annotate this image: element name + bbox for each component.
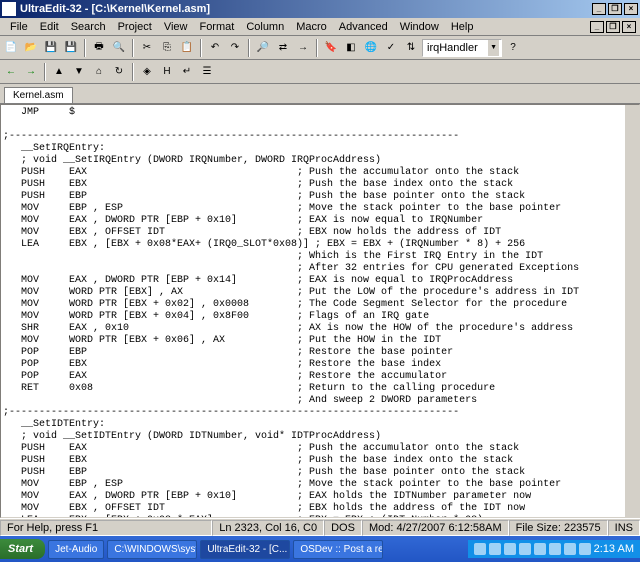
goto-icon[interactable]: → [294, 39, 312, 57]
menu-edit[interactable]: Edit [34, 19, 65, 35]
code-editor[interactable]: JMP $ ;---------------------------------… [0, 104, 640, 518]
vertical-scrollbar[interactable] [625, 105, 639, 517]
function-dropdown[interactable]: irqHandler [422, 39, 502, 57]
main-toolbar: 📄 📂 💾 💾 🖶 🔍 ✂ ⎘ 📋 ↶ ↷ 🔎 ⇄ → 🔖 ◧ 🌐 ✓ ⇅ ir… [0, 36, 640, 60]
taskbar-item[interactable]: C:\WINDOWS\system3... [107, 540, 197, 559]
status-bar: For Help, press F1 Ln 2323, Col 16, C0 D… [0, 518, 640, 536]
window-buttons: _ ❐ × [592, 3, 638, 15]
copy-icon[interactable]: ⎘ [158, 39, 176, 57]
status-position: Ln 2323, Col 16, C0 [212, 520, 324, 536]
mdi-restore-button[interactable]: ❐ [606, 21, 620, 33]
print-icon[interactable]: 🖶 [90, 39, 108, 57]
home-icon[interactable]: ⌂ [90, 63, 108, 81]
separator [44, 63, 46, 81]
separator [200, 39, 202, 57]
mdi-minimize-button[interactable]: _ [590, 21, 604, 33]
taskbar-item-active[interactable]: UltraEdit-32 - [C... [200, 540, 290, 559]
saveall-icon[interactable]: 💾 [62, 39, 80, 57]
forward-icon[interactable]: → [22, 63, 40, 81]
separator [132, 63, 134, 81]
spell-icon[interactable]: ✓ [382, 39, 400, 57]
find-icon[interactable]: 🔎 [254, 39, 272, 57]
menu-search[interactable]: Search [65, 19, 112, 35]
bookmark-icon[interactable]: 🔖 [322, 39, 340, 57]
tab-kernel[interactable]: Kernel.asm [4, 87, 73, 103]
undo-icon[interactable]: ↶ [206, 39, 224, 57]
code-content[interactable]: JMP $ ;---------------------------------… [1, 105, 639, 518]
tray-icon[interactable] [504, 543, 516, 555]
web-icon[interactable]: 🌐 [362, 39, 380, 57]
separator [84, 39, 86, 57]
menu-column[interactable]: Column [240, 19, 290, 35]
separator [316, 39, 318, 57]
menu-file[interactable]: File [4, 19, 34, 35]
taskbar-item[interactable]: Jet-Audio [48, 540, 104, 559]
status-help: For Help, press F1 [0, 520, 212, 536]
menu-help[interactable]: Help [445, 19, 480, 35]
up-icon[interactable]: ▲ [50, 63, 68, 81]
tray-icon[interactable] [549, 543, 561, 555]
cut-icon[interactable]: ✂ [138, 39, 156, 57]
menu-advanced[interactable]: Advanced [333, 19, 394, 35]
taskbar-item[interactable]: OSDev :: Post a reply -... [293, 540, 383, 559]
clock: 2:13 AM [594, 543, 634, 555]
status-insert: INS [608, 520, 640, 536]
wrap-icon[interactable]: ↵ [178, 63, 196, 81]
tray-icon[interactable] [564, 543, 576, 555]
minimize-button[interactable]: _ [592, 3, 606, 15]
title-bar: UltraEdit-32 - [C:\Kernel\Kernel.asm] _ … [0, 0, 640, 18]
windows-taskbar: Start Jet-Audio C:\WINDOWS\system3... Ul… [0, 536, 640, 562]
refresh-icon[interactable]: ↻ [110, 63, 128, 81]
tray-icon[interactable] [519, 543, 531, 555]
new-icon[interactable]: 📄 [2, 39, 20, 57]
sort-icon[interactable]: ⇅ [402, 39, 420, 57]
status-mode: DOS [324, 520, 362, 536]
system-tray[interactable]: 2:13 AM [468, 540, 640, 558]
save-icon[interactable]: 💾 [42, 39, 60, 57]
back-icon[interactable]: ← [2, 63, 20, 81]
redo-icon[interactable]: ↷ [226, 39, 244, 57]
menu-window[interactable]: Window [394, 19, 445, 35]
start-button[interactable]: Start [0, 539, 45, 559]
replace-icon[interactable]: ⇄ [274, 39, 292, 57]
down-icon[interactable]: ▼ [70, 63, 88, 81]
tray-icon[interactable] [534, 543, 546, 555]
col-icon[interactable]: ☰ [198, 63, 216, 81]
help-icon[interactable]: ? [504, 39, 522, 57]
menu-format[interactable]: Format [193, 19, 240, 35]
window-title: UltraEdit-32 - [C:\Kernel\Kernel.asm] [20, 3, 210, 15]
separator [248, 39, 250, 57]
mdi-close-button[interactable]: × [622, 21, 636, 33]
nav-toolbar: ← → ▲ ▼ ⌂ ↻ ◈ H ↵ ☰ [0, 60, 640, 84]
ftp-icon[interactable]: ◈ [138, 63, 156, 81]
toggle-icon[interactable]: ◧ [342, 39, 360, 57]
menu-view[interactable]: View [158, 19, 194, 35]
status-modified: Mod: 4/27/2007 6:12:58AM [362, 520, 509, 536]
status-filesize: File Size: 223575 [509, 520, 608, 536]
tab-bar: Kernel.asm [0, 84, 640, 104]
restore-button[interactable]: ❐ [608, 3, 622, 15]
menu-project[interactable]: Project [112, 19, 158, 35]
tray-icon[interactable] [474, 543, 486, 555]
tray-icon[interactable] [489, 543, 501, 555]
tray-icon[interactable] [579, 543, 591, 555]
close-button[interactable]: × [624, 3, 638, 15]
app-icon [2, 2, 16, 16]
preview-icon[interactable]: 🔍 [110, 39, 128, 57]
open-icon[interactable]: 📂 [22, 39, 40, 57]
paste-icon[interactable]: 📋 [178, 39, 196, 57]
separator [132, 39, 134, 57]
menu-macro[interactable]: Macro [290, 19, 333, 35]
menu-bar: File Edit Search Project View Format Col… [0, 18, 640, 36]
mdi-buttons: _ ❐ × [590, 21, 636, 33]
hex-icon[interactable]: H [158, 63, 176, 81]
